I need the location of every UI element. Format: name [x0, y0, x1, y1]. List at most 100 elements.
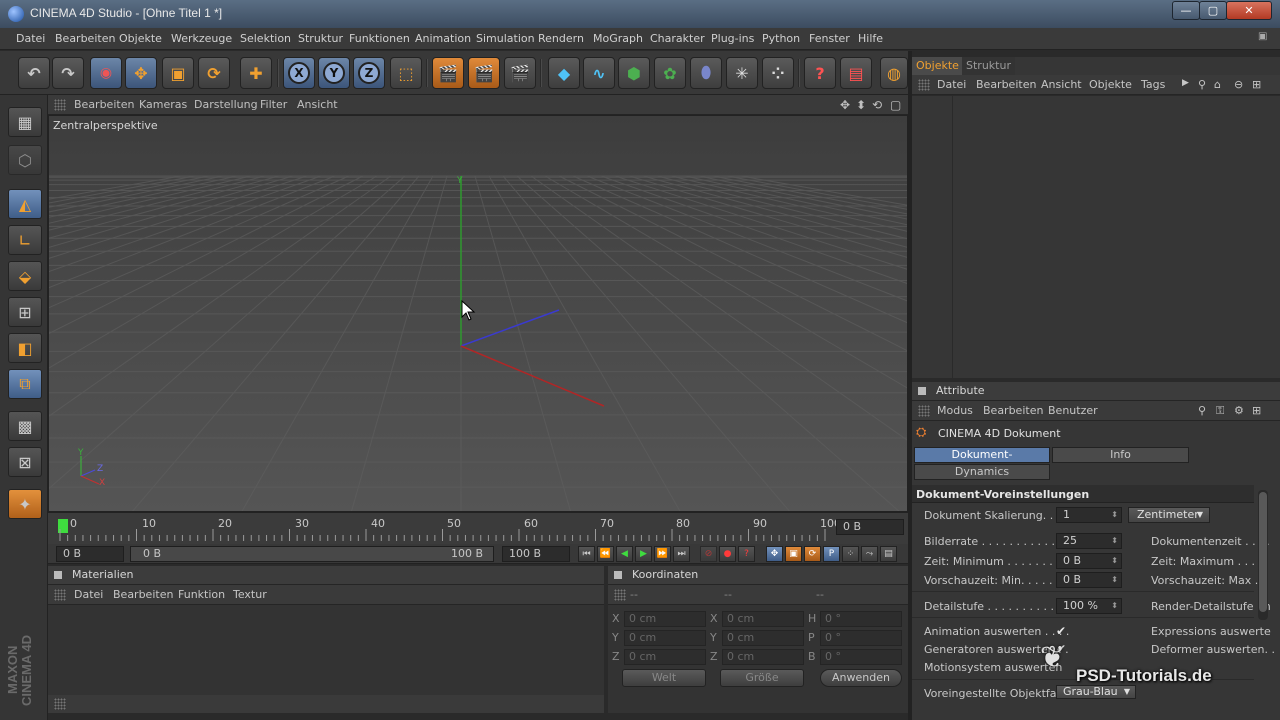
maximize-view-icon[interactable]: ▢: [890, 98, 901, 112]
key-rotation-icon[interactable]: ⟳: [804, 546, 821, 562]
viewport-menu-ansicht[interactable]: Ansicht: [297, 98, 338, 111]
tab-dynamics[interactable]: Dynamics: [914, 464, 1050, 480]
menu-simulation[interactable]: Simulation: [476, 32, 535, 45]
record-keys-icon[interactable]: ⊘: [700, 546, 717, 562]
rotate-tool-icon[interactable]: ⟳: [198, 57, 230, 89]
render-settings-icon[interactable]: 🎬: [504, 57, 536, 89]
rotate-view-icon[interactable]: ⟲: [872, 98, 882, 112]
menu-bearbeiten[interactable]: Bearbeiten: [55, 32, 115, 45]
tab-dokument-voreinstellungen[interactable]: Dokument-Voreinstellungen: [914, 447, 1050, 475]
uv-mode-icon[interactable]: ⧉: [8, 369, 42, 399]
new-window-icon[interactable]: ⊞: [1252, 404, 1261, 417]
object-axis-icon[interactable]: ∟: [8, 225, 42, 255]
size-mode-select[interactable]: Größe: [720, 669, 804, 687]
polygons-mode-icon[interactable]: ◧: [8, 333, 42, 363]
menu-objekte[interactable]: Objekte: [119, 32, 162, 45]
render-view-icon[interactable]: 🎬: [432, 57, 464, 89]
points-mode-icon[interactable]: ⬙: [8, 261, 42, 291]
end-frame-field[interactable]: 100 B: [502, 546, 570, 562]
nurbs-icon[interactable]: ⬢: [618, 57, 650, 89]
menu-struktur[interactable]: Struktur: [298, 32, 343, 45]
play-backward-icon[interactable]: ◀: [616, 546, 633, 562]
home-icon[interactable]: ⌂: [1214, 78, 1221, 91]
coordinate-system-icon[interactable]: ⬚: [390, 57, 422, 89]
checker-icon[interactable]: ▩: [8, 411, 42, 441]
size-x-field[interactable]: 0 cm: [722, 611, 804, 627]
scale-unit-select[interactable]: Zentimeter ▼: [1128, 507, 1210, 523]
calendar-icon[interactable]: ▤: [840, 57, 872, 89]
goto-end-icon[interactable]: ⏭: [673, 546, 690, 562]
settings-icon[interactable]: ⚙: [1234, 404, 1244, 417]
texture-mode-icon[interactable]: ⬡: [8, 145, 42, 175]
key-help-icon[interactable]: ?: [738, 546, 755, 562]
more-arrow-icon[interactable]: ▶: [1182, 78, 1189, 88]
snap-icon[interactable]: ⊠: [8, 447, 42, 477]
objects-menu-tags[interactable]: Tags: [1141, 78, 1165, 91]
position-y-field[interactable]: 0 cm: [624, 630, 706, 646]
viewport-menu-bearbeiten[interactable]: Bearbeiten: [74, 98, 134, 111]
min-time-field[interactable]: 0 B: [1056, 553, 1122, 569]
link-icon[interactable]: ⊖: [1234, 78, 1243, 91]
menu-selektion[interactable]: Selektion: [240, 32, 291, 45]
menu-funktionen[interactable]: Funktionen: [349, 32, 410, 45]
attributes-menu-modus[interactable]: Modus: [937, 404, 973, 417]
menu-mograph[interactable]: MoGraph: [593, 32, 643, 45]
attributes-scrollbar[interactable]: [1258, 490, 1268, 620]
fps-field[interactable]: 25: [1056, 533, 1122, 549]
viewport-menu-kameras[interactable]: Kameras: [139, 98, 187, 111]
new-window-icon[interactable]: ⊞: [1252, 78, 1261, 91]
mograph-cloner-icon[interactable]: ✿: [654, 57, 686, 89]
tab-info[interactable]: Info: [1052, 447, 1189, 463]
viewport-menu-darstellung[interactable]: Darstellung: [194, 98, 258, 111]
search-icon[interactable]: ⚲: [1198, 78, 1206, 91]
size-z-field[interactable]: 0 cm: [722, 649, 804, 665]
size-y-field[interactable]: 0 cm: [722, 630, 804, 646]
deformer-icon[interactable]: ⬮: [690, 57, 722, 89]
detail-level-field[interactable]: 100 %: [1056, 598, 1122, 614]
x-axis-lock-button[interactable]: X: [283, 57, 315, 89]
timeline-settings-icon[interactable]: ▤: [880, 546, 897, 562]
search-icon[interactable]: ⚲: [1198, 404, 1206, 417]
rotation-p-field[interactable]: 0 °: [820, 630, 902, 646]
menu-hilfe[interactable]: Hilfe: [858, 32, 883, 45]
key-pla-icon[interactable]: ⁘: [842, 546, 859, 562]
start-frame-field[interactable]: 0 B: [56, 546, 124, 562]
y-axis-lock-button[interactable]: Y: [318, 57, 350, 89]
minimize-button[interactable]: —: [1172, 1, 1200, 20]
scene-environment-icon[interactable]: ✳: [726, 57, 758, 89]
scale-value-field[interactable]: 1: [1056, 507, 1122, 523]
key-position-icon[interactable]: ✥: [766, 546, 783, 562]
animation-eval-checkbox[interactable]: ✔: [1056, 625, 1068, 637]
attributes-menu-bearbeiten[interactable]: Bearbeiten: [983, 404, 1043, 417]
key-parameter-icon[interactable]: P: [823, 546, 840, 562]
last-tool-icon[interactable]: ✚: [240, 57, 272, 89]
menu-werkzeuge[interactable]: Werkzeuge: [171, 32, 232, 45]
particle-emitter-icon[interactable]: ⁘: [762, 57, 794, 89]
apply-button[interactable]: Anwenden: [820, 669, 902, 687]
materials-menu-bearbeiten[interactable]: Bearbeiten: [113, 588, 173, 601]
dolly-view-icon[interactable]: ⬍: [856, 98, 866, 112]
preview-range-slider[interactable]: 0 B 100 B: [130, 546, 494, 562]
position-z-field[interactable]: 0 cm: [624, 649, 706, 665]
menu-plugins[interactable]: Plug-ins: [711, 32, 754, 45]
objects-menu-ansicht[interactable]: Ansicht: [1041, 78, 1082, 91]
render-picture-viewer-icon[interactable]: 🎬: [468, 57, 500, 89]
pan-view-icon[interactable]: ✥: [840, 98, 850, 112]
play-forward-icon[interactable]: ▶: [635, 546, 652, 562]
materials-menu-datei[interactable]: Datei: [74, 588, 103, 601]
scale-tool-icon[interactable]: ▣: [162, 57, 194, 89]
space-select[interactable]: Welt: [622, 669, 706, 687]
live-selection-icon[interactable]: ◉: [90, 57, 122, 89]
z-axis-lock-button[interactable]: Z: [353, 57, 385, 89]
help-cursor-icon[interactable]: ?: [804, 57, 836, 89]
timeline-ruler[interactable]: 0 10 20 30 40 50 60 70 80 90 100: [58, 515, 841, 541]
materials-area[interactable]: [48, 605, 604, 695]
next-frame-icon[interactable]: ⏩: [654, 546, 671, 562]
goto-start-icon[interactable]: ⏮: [578, 546, 595, 562]
position-x-field[interactable]: 0 cm: [624, 611, 706, 627]
undo-icon[interactable]: ↶: [18, 57, 50, 89]
rotation-h-field[interactable]: 0 °: [820, 611, 902, 627]
globe-icon[interactable]: ◍: [880, 57, 908, 89]
lock-icon[interactable]: ⚿: [1216, 404, 1224, 418]
materials-menu-textur[interactable]: Textur: [233, 588, 267, 601]
